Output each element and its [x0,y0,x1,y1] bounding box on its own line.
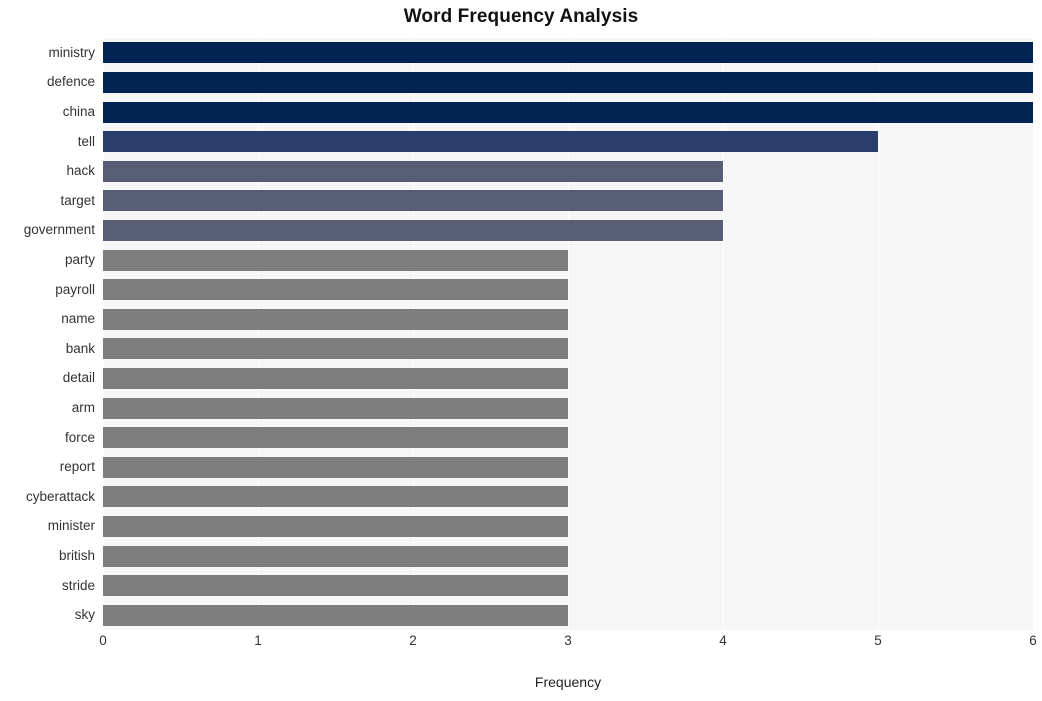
bar-row [103,160,1033,182]
bar-row [103,486,1033,508]
bar-row [103,308,1033,330]
bar-tell [103,131,878,153]
x-tick-label-5: 5 [874,633,882,648]
x-axis-title: Frequency [534,674,602,690]
bar-government [103,219,723,241]
chart-title: Word Frequency Analysis [403,6,639,27]
bar-party [103,249,568,271]
x-tick-label-4: 4 [719,633,727,648]
y-tick-label-british: british [58,548,95,563]
bar-china [103,101,1033,123]
bar-row [103,367,1033,389]
bar-stride [103,575,568,597]
bar-ministry [103,42,1033,64]
x-tick-label-0: 0 [99,633,107,648]
bar-row [103,604,1033,626]
bar-report [103,456,568,478]
y-tick-label-china: china [62,104,95,119]
bar-row [103,515,1033,537]
bar-row [103,397,1033,419]
y-tick-label-name: name [61,311,95,327]
y-axis-tick-labels: ministry defence china tell hack target govern… [0,38,95,630]
bar-detail [103,367,568,389]
gridline-x-6 [1033,38,1034,630]
bar-hack [103,160,723,182]
x-tick-label-1: 1 [254,633,262,648]
bar-british [103,545,568,567]
bar-row [103,71,1033,93]
bar-arm [103,397,568,419]
y-tick-label-party: party [64,252,95,267]
bar-cyberattack [103,486,568,508]
bar-row [103,545,1033,567]
bar-bank [103,338,568,360]
y-tick-label-hack: hack [66,163,95,179]
bar-row [103,42,1033,64]
bar-defence [103,71,1033,93]
bar-row [103,219,1033,241]
y-tick-label-stride: stride [61,577,95,593]
bar-row [103,575,1033,597]
x-axis-tick-labels: 0 1 2 3 4 5 6 [99,633,1037,656]
x-tick-label-2: 2 [409,633,417,648]
y-tick-label-ministry: ministry [48,44,96,60]
y-tick-label-arm: arm [71,400,95,415]
y-tick-label-force: force [64,429,95,445]
y-tick-label-defence: defence [46,74,95,90]
x-tick-label-3: 3 [564,633,572,648]
bar-row [103,190,1033,212]
bar-payroll [103,279,568,301]
bar-row [103,279,1033,301]
bar-row [103,131,1033,153]
x-tick-label-6: 6 [1029,633,1037,648]
bar-target [103,190,723,212]
bar-sky [103,604,568,626]
plot-area [103,38,1034,630]
y-tick-label-payroll: payroll [55,281,95,297]
y-tick-label-minister: minister [47,518,95,534]
bar-row [103,101,1033,123]
bar-row [103,456,1033,478]
bar-row [103,249,1033,271]
y-tick-label-sky: sky [74,607,95,623]
bar-row [103,427,1033,449]
bars-layer [103,38,1033,630]
chart-figure: Word Frequency Analysis ministry defence c… [0,0,1042,701]
y-tick-label-tell: tell [77,133,95,149]
y-tick-label-cyberattack: cyberattack [25,488,95,504]
y-tick-label-detail: detail [62,370,95,386]
y-tick-label-government: government [23,222,95,238]
y-tick-label-bank: bank [65,340,95,356]
bar-name [103,308,568,330]
bar-row [103,338,1033,360]
y-tick-label-target: target [60,192,95,208]
bar-force [103,427,568,449]
y-tick-label-report: report [59,459,95,475]
bar-minister [103,515,568,537]
